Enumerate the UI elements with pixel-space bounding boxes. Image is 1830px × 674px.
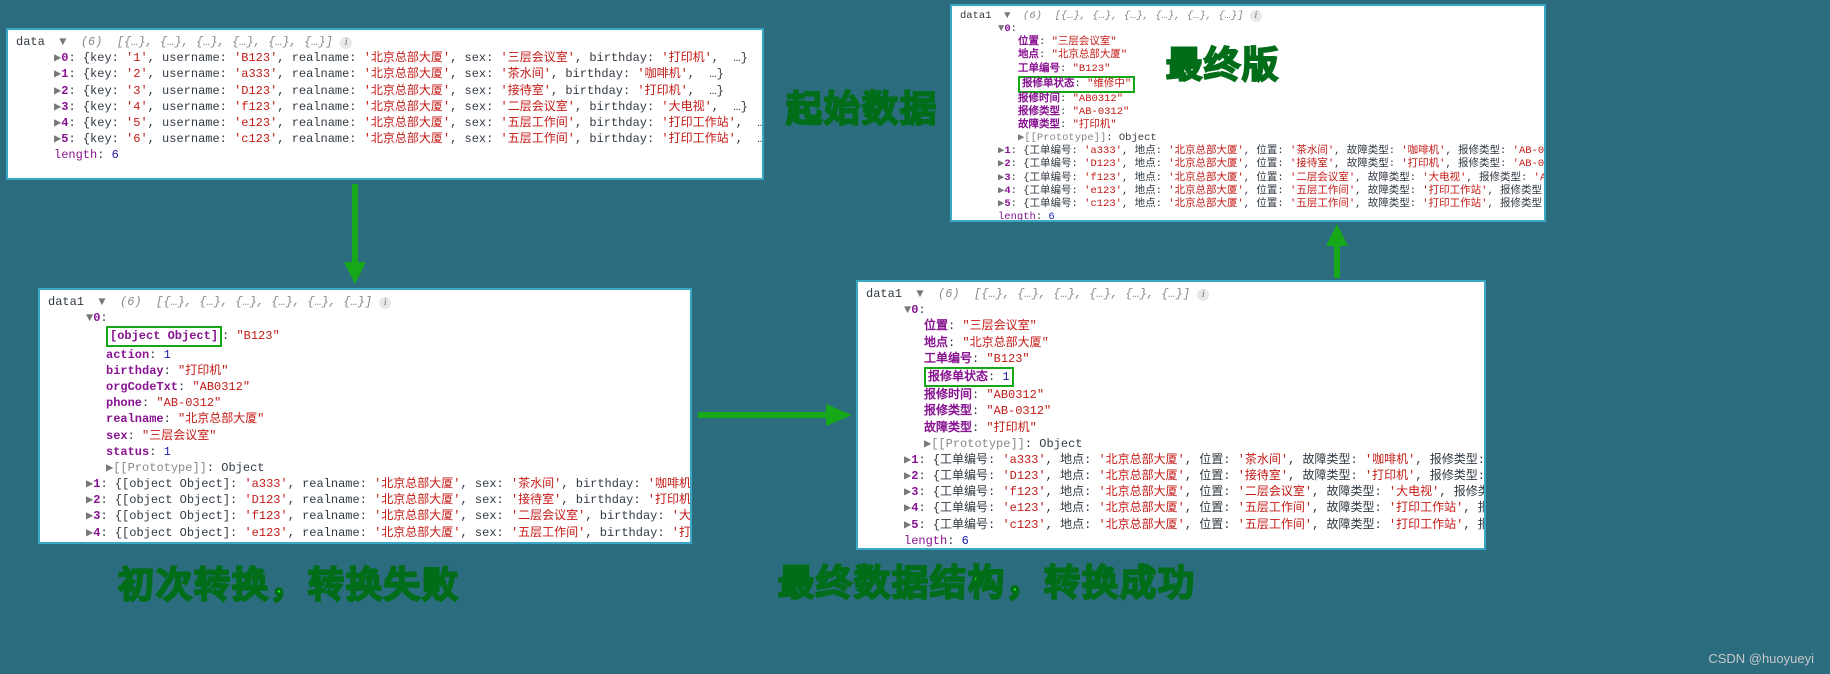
array-item[interactable]: ▶2: {工单编号: 'D123', 地点: '北京总部大厦', 位置: '接待…	[998, 158, 1536, 171]
highlight-object-object: [object Object]: "B123"	[106, 326, 682, 346]
prototype[interactable]: ▶[[Prototype]]: Object	[1018, 132, 1536, 145]
panel-final-struct: data1 ▼ (6) [{…}, {…}, {…}, {…}, {…}, {……	[856, 280, 1486, 550]
label-start: 起始数据	[786, 80, 938, 132]
object-field: 位置: "三层会议室"	[924, 318, 1476, 334]
array-item[interactable]: ▶4: {工单编号: 'e123', 地点: '北京总部大厦', 位置: '五层…	[904, 500, 1476, 516]
object-field: 报修时间: "AB0312"	[1018, 93, 1536, 106]
panel-first-fail: data1 ▼ (6) [{…}, {…}, {…}, {…}, {…}, {……	[38, 288, 692, 544]
object-field: orgCodeTxt: "AB0312"	[106, 379, 682, 395]
array-item[interactable]: ▶1: {key: '2', username: 'a333', realnam…	[54, 66, 754, 82]
object-field: sex: "三层会议室"	[106, 428, 682, 444]
array-item[interactable]: ▶4: {[object Object]: 'e123', realname: …	[86, 525, 682, 541]
expanded-item[interactable]: ▼0:	[904, 302, 1476, 318]
object-field: phone: "AB-0312"	[106, 395, 682, 411]
label-final-ver: 最终版	[1166, 36, 1280, 88]
label-final-struct: 最终数据结构，转换成功	[778, 554, 1196, 606]
object-field: 报修类型: "AB-0312"	[1018, 106, 1536, 119]
array-item[interactable]: ▶0: {key: '1', username: 'B123', realnam…	[54, 50, 754, 66]
expanded-item[interactable]: ▼0:	[86, 310, 682, 326]
array-item[interactable]: ▶3: {[object Object]: 'f123', realname: …	[86, 508, 682, 524]
prototype[interactable]: ▶[[Prototype]]: Array(0)	[904, 549, 1476, 550]
array-length: length: 6	[904, 533, 1476, 549]
info-icon: i	[379, 297, 391, 309]
array-length: length: 6	[54, 147, 754, 163]
prototype[interactable]: ▶[[Prototype]]: Object	[924, 436, 1476, 452]
array-header[interactable]: data1 ▼ (6) [{…}, {…}, {…}, {…}, {…}, {……	[960, 10, 1536, 23]
array-item[interactable]: ▶3: {工单编号: 'f123', 地点: '北京总部大厦', 位置: '二层…	[904, 484, 1476, 500]
arrow-right-icon	[698, 400, 852, 430]
highlight-status: 报修单状态: 1	[924, 367, 1476, 387]
info-icon: i	[1197, 289, 1209, 301]
object-field: status: 1	[106, 444, 682, 460]
object-field: birthday: "打印机"	[106, 363, 682, 379]
object-field: 地点: "北京总部大厦"	[924, 335, 1476, 351]
expanded-item[interactable]: ▼0:	[998, 23, 1536, 36]
object-field: realname: "北京总部大厦"	[106, 411, 682, 427]
object-field: 工单编号: "B123"	[924, 351, 1476, 367]
array-item[interactable]: ▶5: {工单编号: 'c123', 地点: '北京总部大厦', 位置: '五层…	[998, 198, 1536, 211]
array-item[interactable]: ▶4: {工单编号: 'e123', 地点: '北京总部大厦', 位置: '五层…	[998, 185, 1536, 198]
watermark: CSDN @huoyueyi	[1708, 651, 1814, 666]
info-icon: i	[1250, 10, 1262, 22]
array-item[interactable]: ▶3: {key: '4', username: 'f123', realnam…	[54, 99, 754, 115]
arrow-up-icon	[1322, 224, 1352, 278]
array-item[interactable]: ▶2: {key: '3', username: 'D123', realnam…	[54, 83, 754, 99]
array-header[interactable]: data ▼ (6) [{…}, {…}, {…}, {…}, {…}, {…}…	[16, 34, 754, 50]
object-field: 故障类型: "打印机"	[1018, 119, 1536, 132]
array-length: length: 6	[998, 211, 1536, 222]
array-header[interactable]: data1 ▼ (6) [{…}, {…}, {…}, {…}, {…}, {……	[866, 286, 1476, 302]
array-item[interactable]: ▶2: {工单编号: 'D123', 地点: '北京总部大厦', 位置: '接待…	[904, 468, 1476, 484]
array-item[interactable]: ▶3: {工单编号: 'f123', 地点: '北京总部大厦', 位置: '二层…	[998, 172, 1536, 185]
array-item[interactable]: ▶1: {工单编号: 'a333', 地点: '北京总部大厦', 位置: '茶水…	[998, 145, 1536, 158]
label-first-fail: 初次转换，转换失败	[118, 556, 460, 608]
array-item[interactable]: ▶4: {key: '5', username: 'e123', realnam…	[54, 115, 754, 131]
arrow-down-icon	[340, 184, 370, 284]
object-field: 报修时间: "AB0312"	[924, 387, 1476, 403]
object-field: 故障类型: "打印机"	[924, 420, 1476, 436]
array-item[interactable]: ▶5: {工单编号: 'c123', 地点: '北京总部大厦', 位置: '五层…	[904, 517, 1476, 533]
info-icon: i	[340, 37, 352, 49]
array-header[interactable]: data1 ▼ (6) [{…}, {…}, {…}, {…}, {…}, {……	[48, 294, 682, 310]
array-item[interactable]: ▶5: {key: '6', username: 'c123', realnam…	[54, 131, 754, 147]
prototype[interactable]: ▶[[Prototype]]: Object	[106, 460, 682, 476]
array-item[interactable]: ▶2: {[object Object]: 'D123', realname: …	[86, 492, 682, 508]
panel-start-data: data ▼ (6) [{…}, {…}, {…}, {…}, {…}, {…}…	[6, 28, 764, 180]
object-field: 报修类型: "AB-0312"	[924, 403, 1476, 419]
array-item[interactable]: ▶1: {工单编号: 'a333', 地点: '北京总部大厦', 位置: '茶水…	[904, 452, 1476, 468]
array-item[interactable]: ▶5: {[object Object]: 'c123', realname: …	[86, 541, 682, 544]
object-field: action: 1	[106, 347, 682, 363]
array-item[interactable]: ▶1: {[object Object]: 'a333', realname: …	[86, 476, 682, 492]
